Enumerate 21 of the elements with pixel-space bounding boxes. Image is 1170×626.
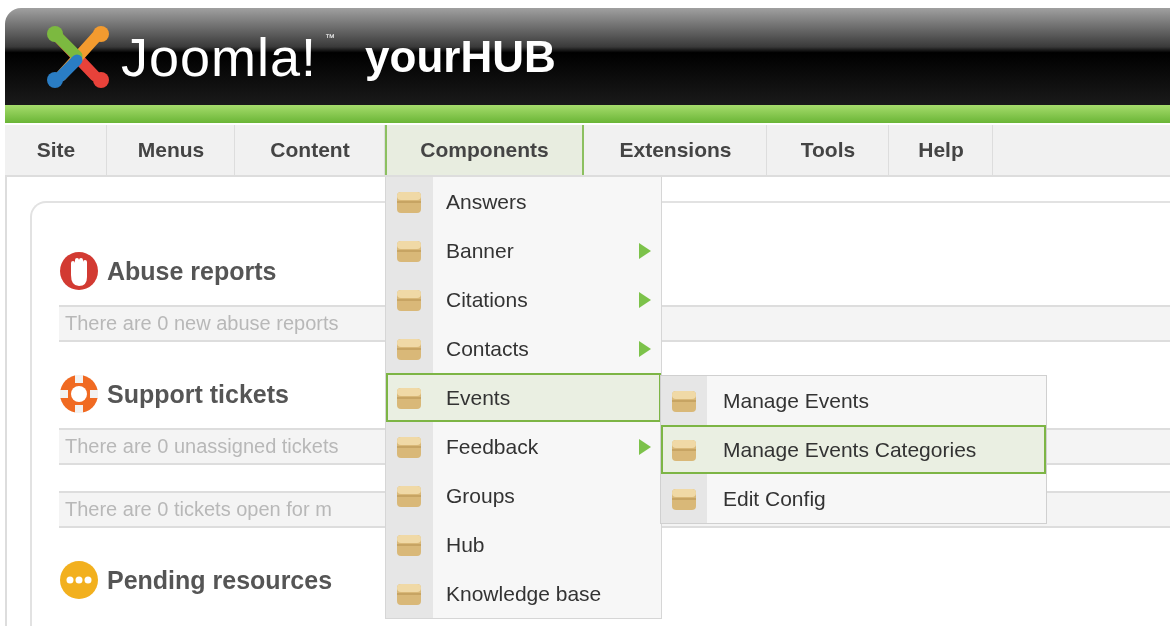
menu-item[interactable]: Banner xyxy=(386,226,661,275)
menu-item[interactable]: Events xyxy=(386,373,661,422)
menu-item[interactable]: Answers xyxy=(386,177,661,226)
menu-tab[interactable]: Extensions xyxy=(584,125,767,175)
lifebuoy-icon xyxy=(59,374,99,414)
menu-tab[interactable]: Menus xyxy=(107,125,235,175)
logo-text: Joomla! xyxy=(121,25,318,88)
menu-tab[interactable]: Help xyxy=(889,125,993,175)
menu-item[interactable]: Knowledge base xyxy=(386,569,661,618)
menu-item[interactable]: Manage Events Categories xyxy=(661,425,1046,474)
section-title: Pending resources xyxy=(107,565,333,595)
stop-hand-icon xyxy=(59,251,99,291)
menu-tab[interactable]: Site xyxy=(5,125,107,175)
more-dots-icon xyxy=(59,560,99,600)
trademark-sign: ™ xyxy=(325,32,336,43)
section-title: Support tickets xyxy=(107,379,289,409)
menu-tab[interactable]: Components xyxy=(385,125,584,175)
menu-item[interactable]: Manage Events xyxy=(661,376,1046,425)
menu-tab[interactable]: Tools xyxy=(767,125,889,175)
section-title: Abuse reports xyxy=(107,256,277,286)
site-name: yourHUB xyxy=(365,31,556,82)
